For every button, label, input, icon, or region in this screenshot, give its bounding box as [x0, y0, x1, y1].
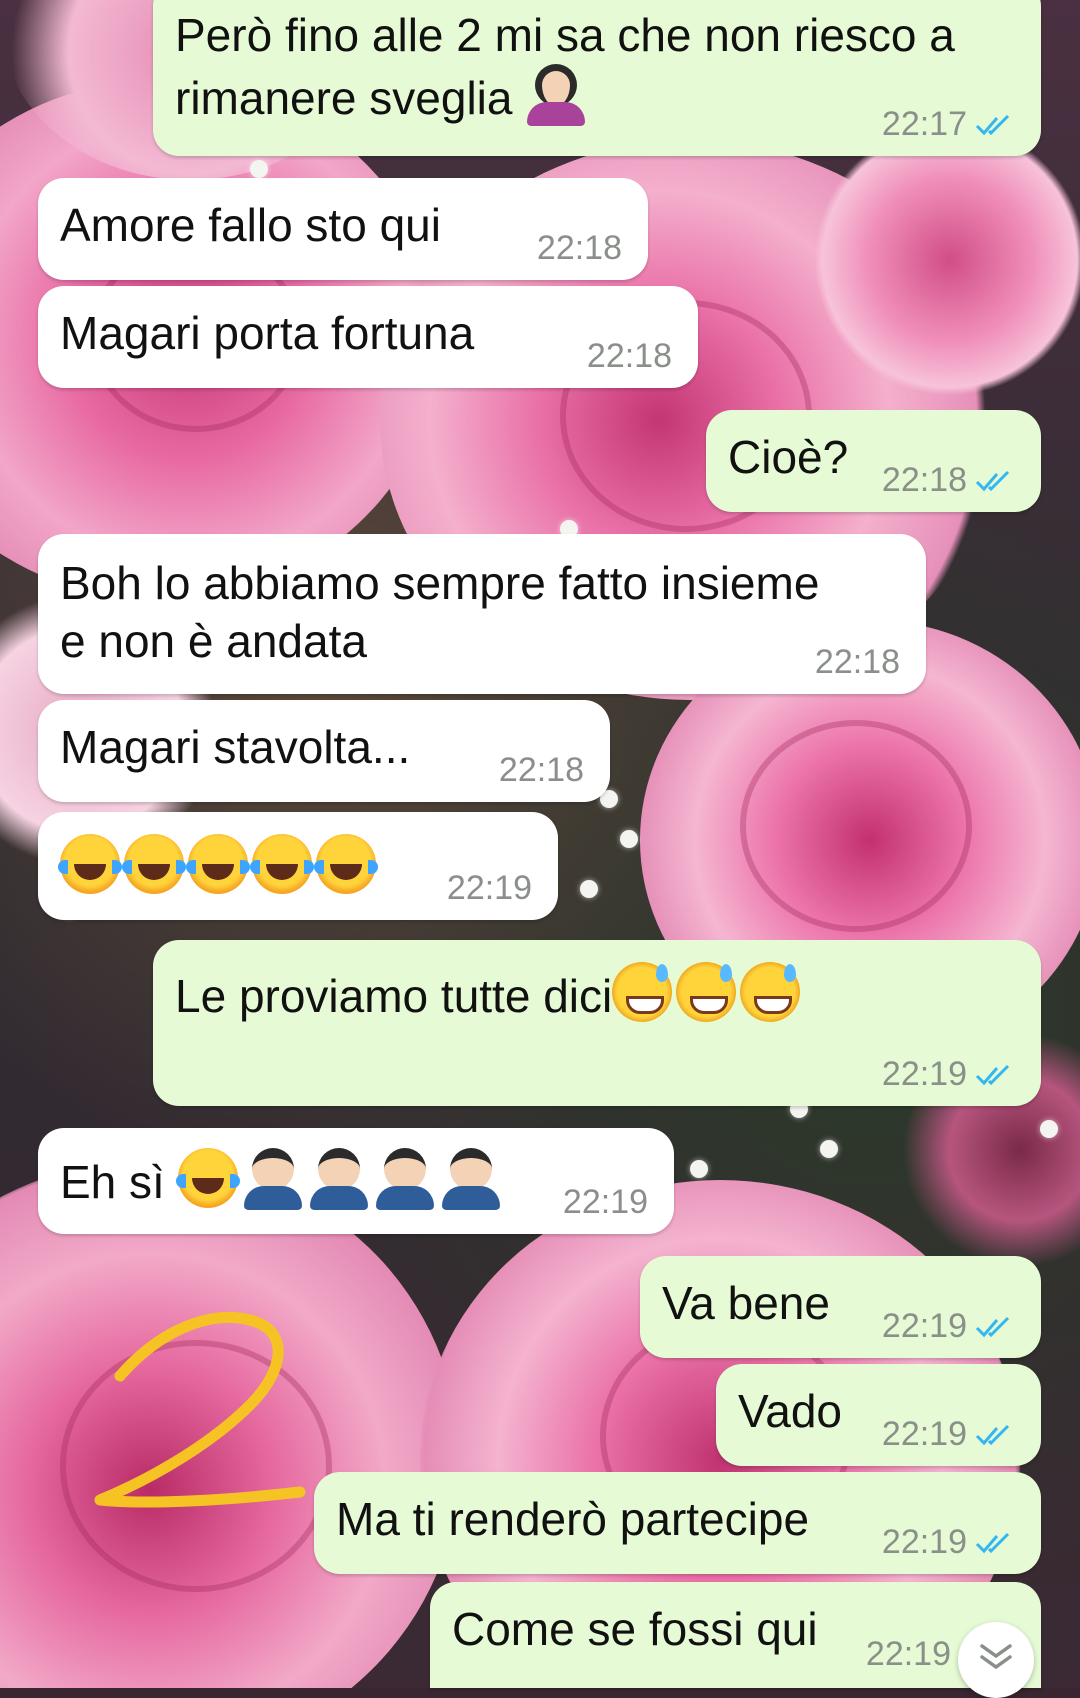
message-bubble-outgoing[interactable]: Le proviamo tutte dici 22:19	[153, 940, 1041, 1106]
message-time: 22:19	[446, 869, 532, 907]
facepalm-man-emoji	[440, 1148, 502, 1210]
message-bubble-incoming[interactable]: Amore fallo sto qui 22:18	[38, 178, 648, 280]
message-text: Magari porta fortuna	[60, 307, 475, 359]
double-check-icon	[975, 470, 1010, 491]
message-bubble-incoming[interactable]: Boh lo abbiamo sempre fatto insieme e no…	[38, 534, 926, 694]
sweat-smile-emoji	[740, 962, 801, 1022]
double-chevron-down-icon	[980, 1644, 1012, 1670]
facepalm-man-emoji	[308, 1148, 370, 1210]
message-bubble-outgoing[interactable]: Va bene 22:19	[640, 1256, 1041, 1358]
message-text: Magari stavolta...	[60, 721, 411, 773]
message-bubble-outgoing[interactable]: Ma ti renderò partecipe 22:19	[314, 1472, 1041, 1574]
facepalm-man-emoji	[374, 1148, 436, 1210]
double-check-icon	[975, 1064, 1010, 1085]
message-text: Boh lo abbiamo sempre fatto insieme e no…	[60, 557, 820, 667]
message-text: Cioè?	[728, 431, 849, 483]
message-bubble-outgoing[interactable]: Però fino alle 2 mi sa che non riesco a …	[153, 0, 1041, 156]
facepalm-man-emoji	[242, 1148, 304, 1210]
sweat-smile-emoji	[612, 962, 673, 1022]
message-meta: 22:18	[815, 643, 900, 682]
message-meta: 22:19	[882, 1523, 1015, 1562]
laugh-cry-emoji	[314, 834, 378, 894]
message-time: 22:19	[881, 1523, 967, 1561]
message-text	[58, 834, 380, 897]
message-time: 22:18	[814, 643, 900, 681]
facepalm-woman-emoji	[525, 64, 587, 126]
message-bubble-incoming[interactable]: Magari porta fortuna 22:18	[38, 286, 698, 388]
sweat-smile-emoji	[676, 962, 737, 1022]
message-time: 22:18	[498, 751, 584, 789]
laugh-cry-emoji	[175, 1148, 240, 1208]
message-meta: 22:19	[882, 1055, 1015, 1094]
message-text: Ma ti renderò partecipe	[336, 1493, 810, 1545]
message-text: Va bene	[662, 1277, 830, 1329]
message-bubble-outgoing[interactable]: Vado 22:19	[716, 1364, 1041, 1466]
message-bubble-incoming[interactable]: Magari stavolta... 22:18	[38, 700, 610, 802]
message-bubble-incoming[interactable]: Eh sì 22:19	[38, 1128, 674, 1234]
message-text: Eh sì	[60, 1148, 506, 1211]
message-meta: 22:18	[587, 337, 672, 376]
message-time: 22:19	[881, 1055, 967, 1093]
message-bubble-incoming[interactable]: 22:19	[38, 812, 558, 920]
message-bubble-outgoing[interactable]: Come se fossi qui 22:19	[430, 1582, 1041, 1688]
laugh-cry-emoji	[122, 834, 186, 894]
laugh-cry-emoji	[186, 834, 250, 894]
message-meta: 22:19	[866, 1635, 951, 1674]
message-time: 22:18	[586, 337, 672, 375]
message-time: 22:18	[536, 229, 622, 267]
message-meta: 22:17	[882, 105, 1015, 144]
message-text: Amore fallo sto qui	[60, 199, 441, 251]
double-check-icon	[975, 114, 1010, 135]
message-text: Le proviamo tutte dici	[175, 962, 804, 1025]
message-time: 22:18	[881, 461, 967, 499]
message-meta: 22:19	[882, 1307, 1015, 1346]
message-meta: 22:18	[882, 461, 1015, 500]
message-list[interactable]: Però fino alle 2 mi sa che non riesco a …	[0, 0, 1080, 1688]
double-check-icon	[975, 1532, 1010, 1553]
message-time: 22:19	[881, 1415, 967, 1453]
message-meta: 22:19	[563, 1183, 648, 1222]
message-bubble-outgoing[interactable]: Cioè? 22:18	[706, 410, 1041, 512]
scroll-to-bottom-button[interactable]	[958, 1622, 1034, 1698]
message-meta: 22:19	[882, 1415, 1015, 1454]
laugh-cry-emoji	[250, 834, 314, 894]
double-check-icon	[975, 1316, 1010, 1337]
message-time: 22:17	[881, 105, 967, 143]
message-text: Però fino alle 2 mi sa che non riesco a …	[175, 9, 955, 126]
message-meta: 22:18	[537, 229, 622, 268]
message-meta: 22:19	[447, 869, 532, 908]
message-text: Come se fossi qui	[452, 1603, 818, 1655]
laugh-cry-emoji	[58, 834, 122, 894]
message-meta: 22:18	[499, 751, 584, 790]
message-time: 22:19	[881, 1307, 967, 1345]
message-time: 22:19	[562, 1183, 648, 1221]
message-time: 22:19	[865, 1635, 951, 1673]
message-text: Vado	[738, 1385, 843, 1437]
double-check-icon	[975, 1424, 1010, 1445]
